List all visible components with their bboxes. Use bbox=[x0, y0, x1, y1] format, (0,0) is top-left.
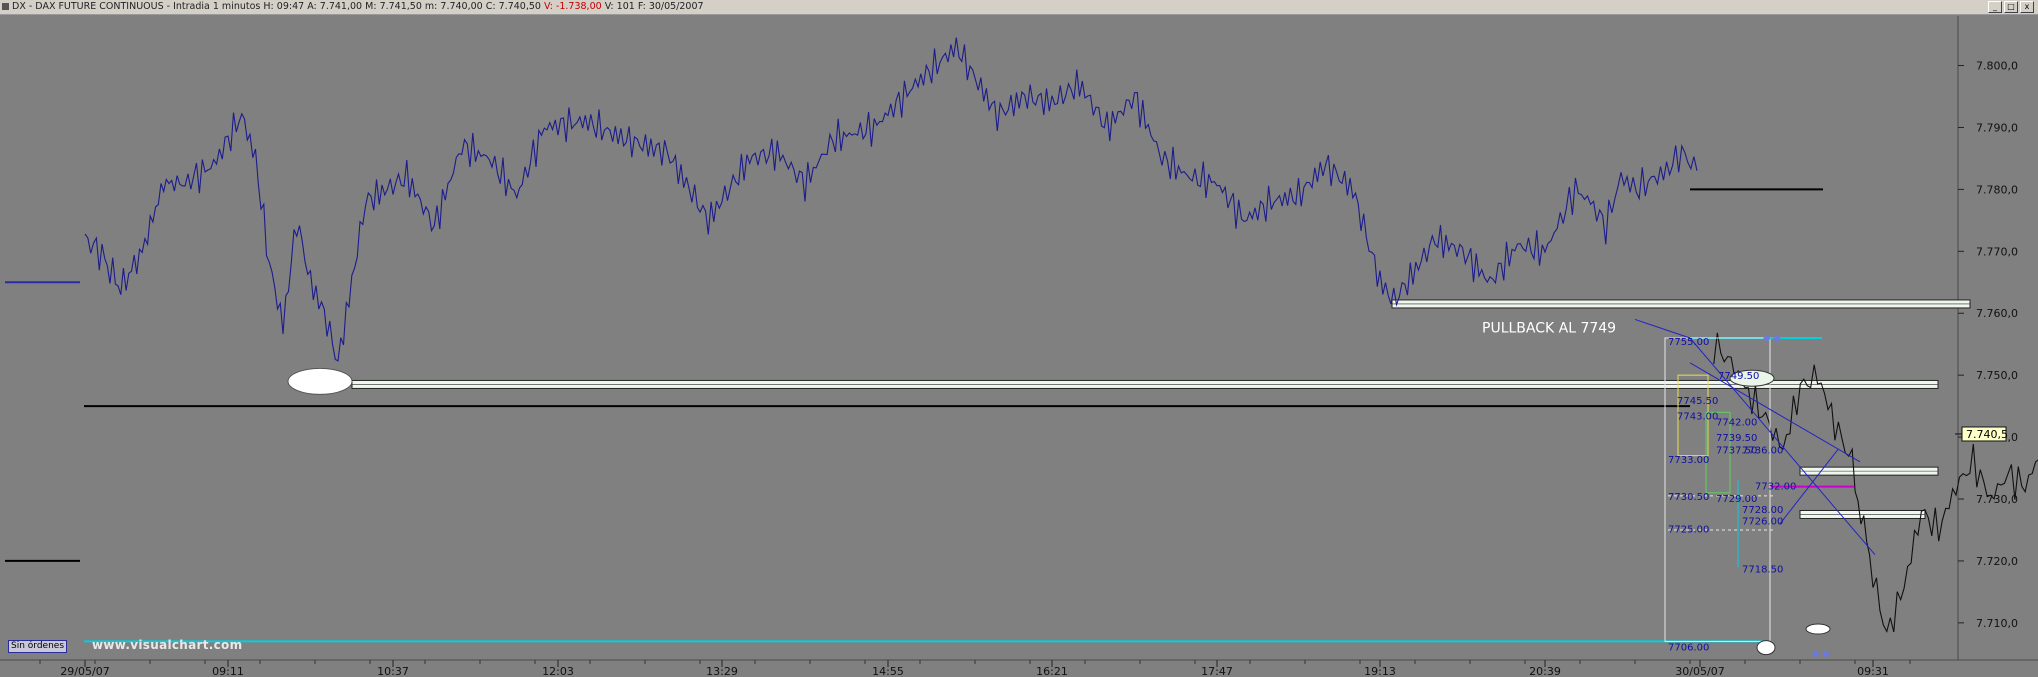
price-tick-label: 7.780,0 bbox=[1976, 183, 2018, 196]
time-tick-label: 13:29 bbox=[706, 665, 738, 677]
price-level-label: 7733.00 bbox=[1668, 455, 1709, 466]
price-level-label: 7732.00 bbox=[1755, 481, 1796, 492]
price-tick-label: 7.790,0 bbox=[1976, 121, 2018, 134]
last-price-label: 7.740,5 bbox=[1966, 428, 2008, 441]
price-level-label: 7726.00 bbox=[1742, 517, 1783, 528]
time-tick-label: 10:37 bbox=[377, 665, 409, 677]
price-level-label: 7730.50 bbox=[1668, 492, 1709, 503]
time-tick-label: 09:31 bbox=[1857, 665, 1889, 677]
orders-status-badge[interactable]: Sin órdenes bbox=[8, 640, 68, 653]
price-tick-label: 7.730,0 bbox=[1976, 493, 2018, 506]
price-level-label: 7729.00 bbox=[1716, 494, 1757, 505]
time-tick-label: 17:47 bbox=[1201, 665, 1233, 677]
price-level-label: 7743.00 bbox=[1677, 411, 1718, 422]
signal-marker: ◆ bbox=[1763, 333, 1771, 344]
price-level-label: 7749.50 bbox=[1718, 371, 1759, 382]
price-level-label: 7706.00 bbox=[1668, 642, 1709, 653]
time-tick-label: 20:39 bbox=[1529, 665, 1561, 677]
time-tick-label: 12:03 bbox=[542, 665, 574, 677]
swing-low-ellipse bbox=[287, 367, 353, 395]
pullback-pointer-line bbox=[1634, 318, 1691, 339]
time-tick-label: 14:55 bbox=[872, 665, 904, 677]
price-tick-label: 7.760,0 bbox=[1976, 307, 2018, 320]
time-tick-label: 09:11 bbox=[212, 665, 244, 677]
watermark-text: www.visualchart.com bbox=[92, 638, 243, 652]
price-series-line[interactable] bbox=[84, 37, 1698, 362]
time-tick-label: 29/05/07 bbox=[60, 665, 109, 677]
time-tick-label: 16:21 bbox=[1036, 665, 1068, 677]
low-ellipse bbox=[1805, 623, 1831, 635]
signal-marker: ◆ bbox=[1812, 648, 1820, 659]
price-level-label: 7718.50 bbox=[1742, 564, 1783, 575]
pullback-annotation: PULLBACK AL 7749 bbox=[1482, 321, 1616, 337]
price-tick-label: 7.710,0 bbox=[1976, 617, 2018, 630]
price-level-label: 7739.50 bbox=[1716, 433, 1757, 444]
price-chart[interactable]: 7.710,07.720,07.730,07.740,07.750,07.760… bbox=[0, 0, 2038, 677]
price-level-label: 7755.00 bbox=[1668, 337, 1709, 348]
price-tick-label: 7.750,0 bbox=[1976, 369, 2018, 382]
price-level-label: 7742.00 bbox=[1716, 418, 1757, 429]
time-tick-label: 30/05/07 bbox=[1675, 665, 1724, 677]
price-level-label: 7736.00 bbox=[1742, 445, 1783, 456]
price-tick-label: 7.800,0 bbox=[1976, 60, 2018, 73]
price-tick-label: 7.770,0 bbox=[1976, 245, 2018, 258]
time-tick-label: 19:13 bbox=[1364, 665, 1396, 677]
price-level-label: 7725.00 bbox=[1668, 525, 1709, 536]
price-level-label: 7728.00 bbox=[1742, 505, 1783, 516]
price-level-label: 7745.50 bbox=[1677, 396, 1718, 407]
price-tick-label: 7.720,0 bbox=[1976, 555, 2018, 568]
signal-marker: ◆ bbox=[1822, 648, 1830, 659]
end-ellipse bbox=[1756, 640, 1776, 656]
signal-marker: ◆ bbox=[1773, 333, 1781, 344]
